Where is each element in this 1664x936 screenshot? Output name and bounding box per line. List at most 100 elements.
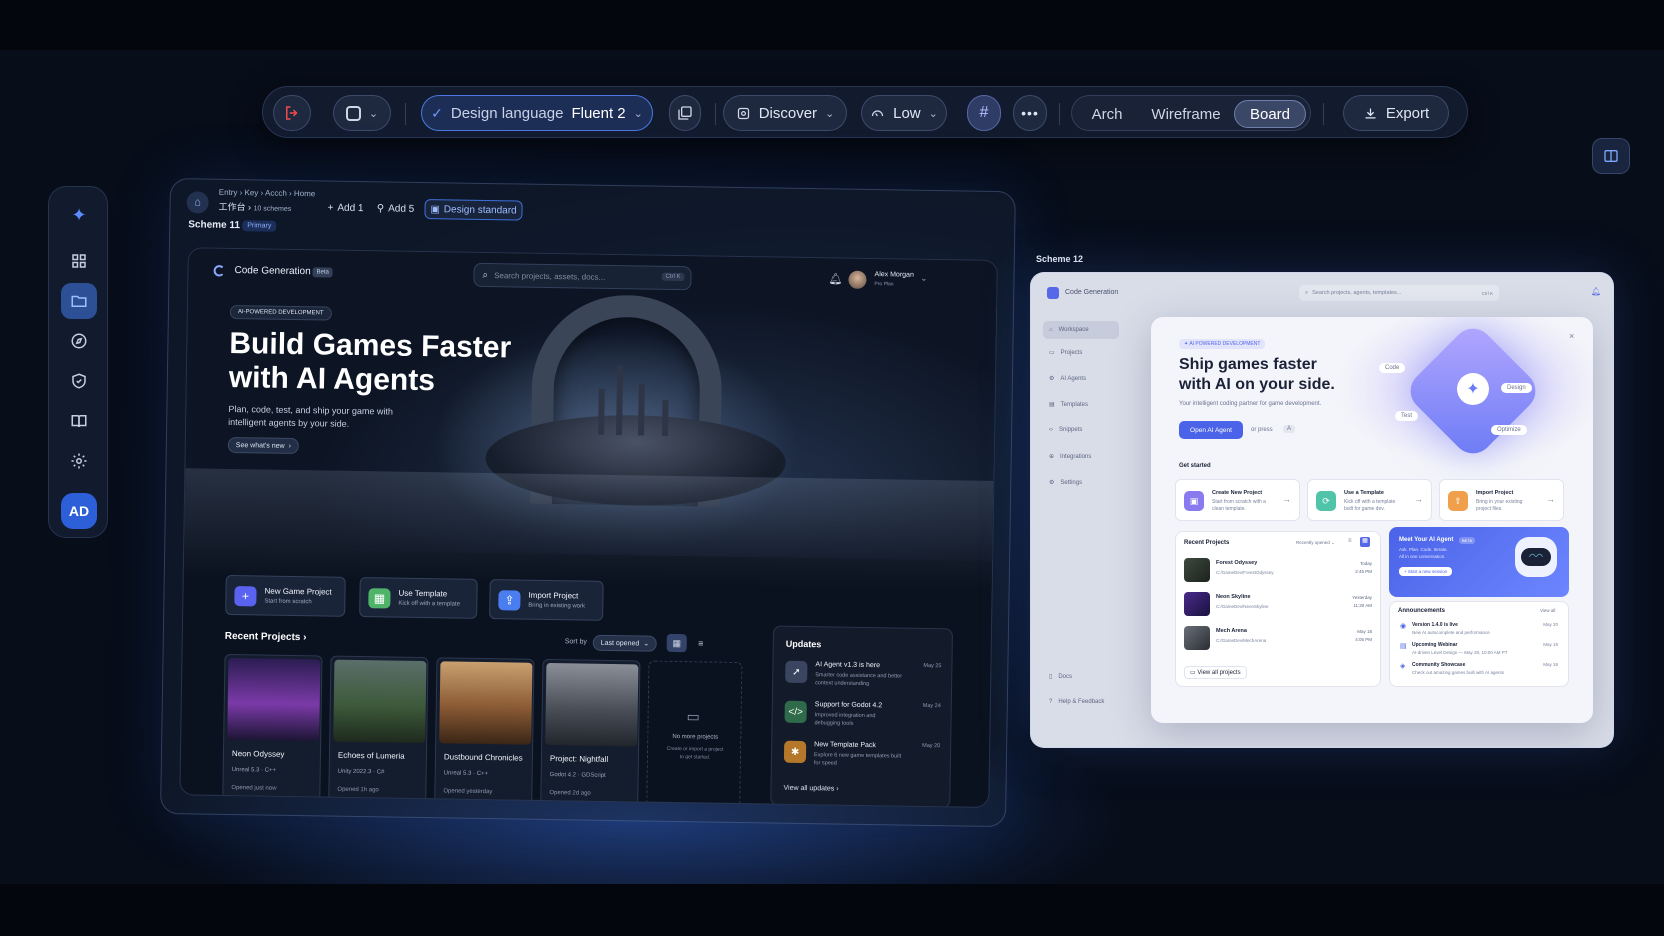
project-day: Today [1359,561,1372,566]
download-icon [1365,108,1376,118]
design-standard-button[interactable]: ▣ Design standard [424,199,523,221]
level-dropdown[interactable]: Low ⌄ [861,95,947,131]
action-title: New Game Project [264,586,332,597]
chevron-down-icon: ⌄ [825,107,835,120]
sidebar-item-ai-agents[interactable]: ⚙ AI Agents [1049,375,1086,383]
sort-dropdown[interactable]: Last opened ⌄ [592,634,658,652]
announcement-date: May 18 [1543,662,1558,667]
add-5-button[interactable]: ⚲ Add 5 [372,198,418,219]
rail-security-button[interactable] [61,363,97,399]
rail-folder-button[interactable] [61,283,97,319]
recent-sort-dropdown[interactable]: Recently opened ⌄ [1296,540,1335,546]
design-language-dropdown[interactable]: ✓ Design language Fluent 2 ⌄ [421,95,653,131]
modal-headline-2: with AI on your side. [1179,376,1335,393]
open-ai-agent-button[interactable]: Open AI Agent [1179,421,1243,439]
discover-dropdown[interactable]: Discover ⌄ [723,95,847,131]
exit-button[interactable] [273,95,311,131]
export-button[interactable]: Export [1343,95,1449,131]
welcome-modal: × ✦ AI POWERED DEVELOPMENT Ship games fa… [1151,317,1593,723]
update-item[interactable]: ➚ AI Agent v1.3 is here Smarter code ass… [774,627,952,687]
import-project-card[interactable]: ⇪ Import Project Bring in your existing … [1439,479,1564,521]
search-input[interactable]: ⌕ Search projects, assets, docs... Ctrl … [473,262,692,291]
list-view-button[interactable]: ≡ [691,634,711,652]
empty-project-slot[interactable]: ▭ No more projects Create or import a pr… [646,660,743,808]
project-day: May 18 [1357,629,1372,634]
breadcrumb-item[interactable]: Accch [265,188,287,197]
scheme-11-board[interactable]: ⌂ Entry › Key › Accch › Home 工作台 › 10 sc… [160,178,1016,828]
grid-toggle-button[interactable]: # [967,95,1001,131]
rail-compass-button[interactable] [61,323,97,359]
ai-agent-promo[interactable]: Meet Your AI Agent BETA Ask. Plan. Code.… [1389,527,1569,597]
project-name: Project: Nightfall [549,754,609,764]
announcements-view-all[interactable]: View all [1540,608,1555,613]
sidebar-item-label: Workspace [1058,327,1089,333]
sidebar-item-snippets[interactable]: ‹› Snippets [1049,427,1082,433]
bell-icon[interactable]: 🔔︎ [1591,287,1601,296]
import-project-button[interactable]: ⇪ Import Project Bring in existing work [489,579,604,621]
sidebar-item-templates[interactable]: ▤ Templates [1049,401,1088,409]
project-engine-label: Godot 4.2 [549,772,577,779]
project-card[interactable]: Echoes of Lumeria Unity 2022.3 · C# Open… [328,655,429,804]
breadcrumb-item[interactable]: Home [294,189,315,198]
sidebar-item-settings[interactable]: ⚙ Settings [1049,479,1082,487]
project-opened: Opened just now [231,785,277,792]
code-icon: ‹› [1049,427,1053,433]
user-avatar[interactable]: AD [61,493,97,529]
view-board-button[interactable]: Board [1234,100,1306,128]
rail-dashboard-button[interactable] [61,243,97,279]
sidebar-item-help[interactable]: ? Help & Feedback [1049,699,1104,705]
template-icon: ▤ [1049,402,1055,408]
grid-view-icon[interactable]: ▦ [1360,537,1370,547]
breadcrumb-item[interactable]: Entry [219,188,238,197]
schemes-count: 10 schemes [253,205,292,213]
view-all-updates-link[interactable]: View all updates › [783,785,838,793]
project-card[interactable]: Dustbound Chronicles Unreal 5.3 · C++ Op… [434,657,535,805]
sidebar-item-projects[interactable]: ▭ Projects [1049,349,1082,357]
search-input[interactable]: ⌕ Search projects, agents, templates... … [1299,285,1499,301]
card-desc: Bring in your existing project files. [1476,499,1523,512]
update-desc: Explore 6 new game templates built for s… [813,752,902,767]
project-card[interactable]: Neon Odyssey Unreal 5.3 · C++ Opened jus… [222,653,323,802]
update-item[interactable]: </> Support for Godot 4.2 Improved integ… [774,627,952,727]
panel-toggle-button[interactable] [1592,138,1630,174]
more-button[interactable]: ••• [1013,95,1047,131]
search-shortcut: Ctrl K [661,272,685,282]
list-view-icon[interactable]: ≡ [1348,538,1352,544]
project-engine: Unity 2022.3 · C# [337,768,385,776]
use-template-button[interactable]: ▦ Use Template Kick off with a template [359,577,478,619]
project-card[interactable]: Project: Nightfall Godot 4.2 · GDScript … [540,658,641,807]
project-opened: Opened yesterday [443,788,493,796]
project-opened: Opened 1h ago [337,786,379,794]
top-toolbar: ⌄ ✓ Design language Fluent 2 ⌄ Discover … [262,86,1468,138]
agent-badge: BETA [1459,537,1476,544]
scheme-12-board[interactable]: Code Generation ⌕ Search projects, agent… [1030,272,1614,748]
rail-ai-button[interactable]: ✦ [61,197,97,233]
view-wireframe-button[interactable]: Wireframe [1142,100,1230,128]
grid-view-button[interactable]: ▦ [666,633,687,653]
shape-dropdown[interactable]: ⌄ [333,95,391,131]
recent-projects-title[interactable]: Recent Projects › [225,631,307,643]
home-icon[interactable]: ⌂ [186,191,209,214]
sidebar-item-integrations[interactable]: ⊕ Integrations [1049,453,1091,461]
gallery-button[interactable] [669,95,701,131]
close-icon[interactable]: × [1569,331,1574,341]
use-template-card[interactable]: ⟳ Use a Template Kick off with a templat… [1307,479,1432,521]
see-whats-new-button[interactable]: See what's new › [227,436,300,455]
sidebar-item-workspace[interactable]: ⌂ Workspace [1043,321,1119,339]
rail-settings-button[interactable] [61,443,97,479]
new-game-project-button[interactable]: + New Game Project Start from scratch [225,574,346,617]
view-all-projects-button[interactable]: ▭ View all projects [1184,666,1247,679]
sidebar-item-docs[interactable]: ▯ Docs [1049,673,1072,681]
breadcrumb-item[interactable]: Key [244,188,258,197]
start-session-button[interactable]: + Start a new session [1399,567,1453,576]
view-arch-button[interactable]: Arch [1078,100,1136,128]
update-item[interactable]: ✱ New Template Pack Explore 6 new game t… [774,627,952,767]
rail-docs-button[interactable] [61,403,97,439]
create-new-project-card[interactable]: ▣ Create New Project Start from scratch … [1175,479,1300,521]
user-menu-chevron-icon[interactable]: ⌄ [920,274,927,283]
update-date: May 25 [923,662,942,670]
app-title: Code Generation [234,265,311,278]
add-1-button[interactable]: + Add 1 [322,197,368,218]
empty-desc-2: to get started. [679,754,711,761]
bell-icon[interactable]: 🔔︎ [828,272,842,285]
